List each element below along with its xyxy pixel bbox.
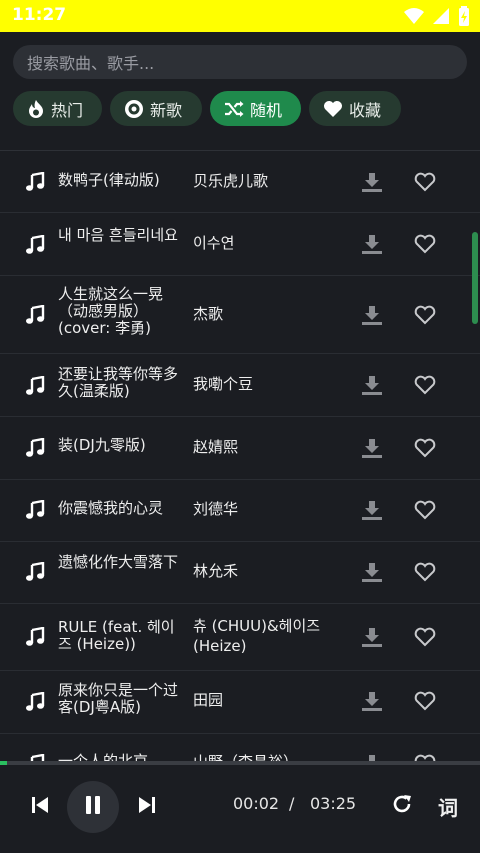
total-time: 03:25 bbox=[310, 794, 357, 813]
download-icon[interactable] bbox=[361, 375, 383, 399]
disc-icon bbox=[124, 99, 144, 119]
chip-new[interactable]: 新歌 bbox=[110, 91, 202, 126]
next-button[interactable] bbox=[137, 796, 157, 818]
music-note-icon bbox=[25, 626, 45, 651]
download-icon[interactable] bbox=[361, 627, 383, 651]
song-row[interactable]: 装(DJ九零版) 赵婧熙 bbox=[0, 417, 480, 480]
song-artist: 我嘞个豆 bbox=[193, 375, 254, 393]
status-icons bbox=[404, 6, 470, 30]
download-icon[interactable] bbox=[361, 438, 383, 462]
heart-outline-icon[interactable] bbox=[414, 691, 436, 715]
song-row[interactable]: 一个人的北京 山野（李昌裕） bbox=[0, 734, 480, 761]
chip-label: 热门 bbox=[51, 100, 84, 120]
song-title: RULE (feat. 헤이즈 (Heize)) bbox=[58, 618, 175, 653]
song-artist: 刘德华 bbox=[193, 500, 239, 518]
song-title: 人生就这么一晃（动感男版）(cover: 李勇) bbox=[58, 285, 164, 337]
download-icon[interactable] bbox=[361, 305, 383, 329]
download-icon[interactable] bbox=[361, 691, 383, 715]
song-artist: 이수연 bbox=[193, 234, 235, 252]
play-pause-button[interactable] bbox=[67, 781, 119, 833]
music-note-icon bbox=[25, 499, 45, 524]
heart-outline-icon[interactable] bbox=[414, 234, 436, 258]
song-title: 装(DJ九零版) bbox=[58, 436, 146, 454]
chip-label: 收藏 bbox=[349, 100, 382, 120]
song-row[interactable]: 遗憾化作大雪落下 林允禾 bbox=[0, 542, 480, 604]
music-note-icon bbox=[25, 304, 45, 329]
song-title: 还要让我等你等多久(温柔版) bbox=[58, 365, 179, 400]
song-row[interactable]: 내 마음 흔들리네요 이수연 bbox=[0, 213, 480, 276]
music-note-icon bbox=[25, 437, 45, 462]
song-row[interactable]: 原来你只是一个过客(DJ粤A版) 田园 bbox=[0, 671, 480, 734]
category-chips: 热门 新歌 随机 收藏 bbox=[13, 91, 401, 126]
music-note-icon bbox=[25, 561, 45, 586]
heart-outline-icon[interactable] bbox=[414, 627, 436, 651]
song-title: 原来你只是一个过客(DJ粤A版) bbox=[58, 681, 179, 716]
song-artist: 林允禾 bbox=[193, 562, 239, 580]
music-note-icon bbox=[25, 234, 45, 259]
song-row[interactable]: 数鸭子(律动版) 贝乐虎儿歌 bbox=[0, 151, 480, 213]
search-input[interactable]: 搜索歌曲、歌手... bbox=[13, 45, 467, 79]
repeat-icon bbox=[391, 793, 413, 819]
download-icon[interactable] bbox=[361, 234, 383, 258]
download-icon[interactable] bbox=[361, 754, 383, 761]
pause-icon bbox=[84, 795, 102, 819]
music-note-icon bbox=[25, 753, 45, 761]
previous-button[interactable] bbox=[30, 796, 50, 818]
search-placeholder: 搜索歌曲、歌手... bbox=[27, 54, 155, 73]
song-row[interactable]: 人生就这么一晃（动感男版）(cover: 李勇) 杰歌 bbox=[0, 276, 480, 354]
wifi-icon bbox=[404, 7, 424, 29]
music-note-icon bbox=[25, 375, 45, 400]
signal-icon bbox=[432, 7, 450, 29]
heart-icon bbox=[323, 100, 343, 118]
heart-outline-icon[interactable] bbox=[414, 305, 436, 329]
status-time: 11:27 bbox=[12, 5, 67, 25]
heart-outline-icon[interactable] bbox=[414, 172, 436, 196]
chip-label: 新歌 bbox=[150, 100, 183, 120]
download-icon[interactable] bbox=[361, 562, 383, 586]
player-bar: 00:02 / 03:25 词 bbox=[0, 765, 480, 853]
skip-previous-icon bbox=[31, 796, 49, 818]
download-icon[interactable] bbox=[361, 500, 383, 524]
song-artist: 츄 (CHUU)&헤이즈 (Heize) bbox=[193, 617, 321, 655]
shuffle-icon bbox=[224, 100, 244, 118]
status-bar: 11:27 bbox=[0, 0, 480, 32]
music-note-icon bbox=[25, 171, 45, 196]
chip-random[interactable]: 随机 bbox=[210, 91, 301, 126]
chip-hot[interactable]: 热门 bbox=[13, 91, 102, 126]
song-row[interactable]: 还要让我等你等多久(温柔版) 我嘞个豆 bbox=[0, 354, 480, 417]
lyrics-button[interactable]: 词 bbox=[438, 792, 458, 821]
song-title: 你震憾我的心灵 bbox=[58, 499, 164, 517]
heart-outline-icon[interactable] bbox=[414, 754, 436, 761]
song-artist: 山野（李昌裕） bbox=[193, 752, 343, 761]
song-artist: 贝乐虎儿歌 bbox=[193, 172, 269, 190]
song-artist: 田园 bbox=[193, 691, 224, 709]
time-separator: / bbox=[289, 794, 295, 813]
chip-label: 随机 bbox=[250, 100, 283, 120]
music-note-icon bbox=[25, 691, 45, 716]
chip-favorites[interactable]: 收藏 bbox=[309, 91, 401, 126]
song-title: 数鸭子(律动版) bbox=[58, 171, 160, 189]
song-artist: 杰歌 bbox=[193, 305, 224, 323]
song-artist: 赵婧熙 bbox=[193, 438, 239, 456]
heart-outline-icon[interactable] bbox=[414, 438, 436, 462]
current-time: 00:02 bbox=[233, 794, 280, 813]
flame-icon bbox=[27, 99, 45, 119]
scrollbar-thumb[interactable] bbox=[472, 232, 478, 324]
song-list[interactable]: 数鸭子(律动版) 贝乐虎儿歌 내 마음 흔들리네요 이수연 人生就这么一晃（动感… bbox=[0, 151, 480, 761]
song-title: 遗憾化作大雪落下 bbox=[58, 553, 179, 571]
song-title: 내 마음 흔들리네요 bbox=[58, 226, 178, 244]
download-icon[interactable] bbox=[361, 172, 383, 196]
heart-outline-icon[interactable] bbox=[414, 375, 436, 399]
repeat-button[interactable] bbox=[390, 794, 414, 818]
song-title: 一个人的北京 bbox=[58, 752, 149, 762]
skip-next-icon bbox=[138, 796, 156, 818]
heart-outline-icon[interactable] bbox=[414, 562, 436, 586]
heart-outline-icon[interactable] bbox=[414, 500, 436, 524]
song-row[interactable]: RULE (feat. 헤이즈 (Heize)) 츄 (CHUU)&헤이즈 (H… bbox=[0, 604, 480, 671]
battery-icon bbox=[458, 6, 470, 30]
song-row[interactable]: 你震憾我的心灵 刘德华 bbox=[0, 480, 480, 542]
